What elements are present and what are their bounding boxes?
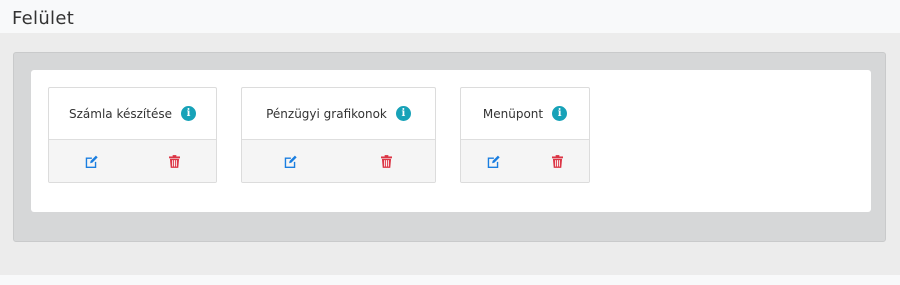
menu-card-szamla-keszitese: Számla készítése i	[48, 87, 217, 183]
trash-icon	[551, 154, 563, 168]
card-label: Pénzügyi grafikonok	[266, 106, 387, 121]
card-actions	[49, 140, 216, 182]
card-container: Számla készítése i Pénzügyi grafikonok i…	[31, 70, 871, 212]
delete-button[interactable]	[133, 154, 217, 168]
delete-button[interactable]	[525, 154, 589, 168]
edit-icon	[285, 155, 297, 168]
card-actions	[242, 140, 435, 182]
card-actions	[461, 140, 589, 182]
card-header: Számla készítése i	[49, 88, 216, 140]
card-label: Számla készítése	[69, 106, 172, 121]
info-icon[interactable]: i	[552, 106, 568, 121]
card-header: Pénzügyi grafikonok i	[242, 88, 435, 140]
edit-icon	[85, 155, 98, 168]
edit-icon	[487, 155, 500, 168]
card-header: Menüpont i	[461, 88, 589, 140]
info-icon[interactable]: i	[395, 106, 411, 121]
trash-icon	[168, 154, 180, 168]
edit-button[interactable]	[461, 154, 525, 168]
menu-card-menupont: Menüpont i	[460, 87, 590, 183]
page-title: Felület	[12, 8, 75, 29]
info-icon[interactable]: i	[180, 106, 196, 121]
card-label: Menüpont	[482, 106, 544, 121]
edit-button[interactable]	[49, 154, 133, 168]
edit-button[interactable]	[242, 154, 339, 168]
trash-icon	[381, 154, 393, 168]
delete-button[interactable]	[339, 154, 436, 168]
menu-card-penzugyi-grafikonok: Pénzügyi grafikonok i	[241, 87, 436, 183]
